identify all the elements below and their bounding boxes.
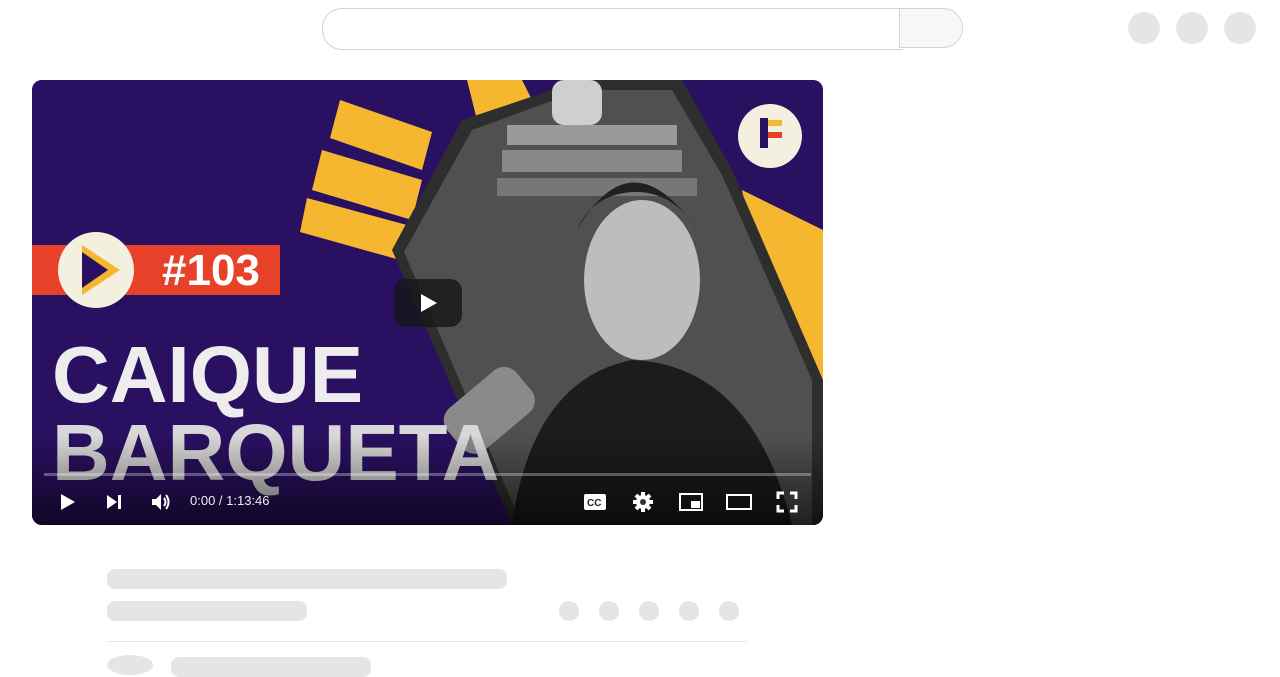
large-play-button[interactable] [394, 279, 462, 327]
action-placeholder [559, 601, 579, 621]
search-bar [322, 8, 963, 50]
next-icon [107, 495, 121, 509]
episode-number: #103 [162, 246, 260, 295]
volume-button[interactable] [143, 484, 179, 520]
comment-placeholder [171, 657, 371, 677]
video-player[interactable]: #103 CAIQUE BARQUETA 0:00 / 1:13:46 CC [32, 80, 823, 525]
search-button[interactable] [899, 8, 963, 48]
settings-icon [633, 492, 653, 512]
avatar[interactable] [1224, 12, 1256, 44]
time-display: 0:00 / 1:13:46 [190, 493, 270, 508]
divider [107, 641, 747, 642]
notifications-icon[interactable] [1176, 12, 1208, 44]
action-placeholder [599, 601, 619, 621]
theater-mode-button[interactable] [721, 484, 757, 520]
avatar-placeholder [107, 655, 153, 675]
fullscreen-button[interactable] [769, 484, 805, 520]
play-icon [61, 494, 75, 510]
theater-icon [726, 494, 752, 510]
play-button[interactable] [49, 484, 85, 520]
action-placeholder [679, 601, 699, 621]
create-icon[interactable] [1128, 12, 1160, 44]
volume-icon [152, 494, 170, 510]
next-button[interactable] [96, 484, 132, 520]
subtitles-icon: CC [584, 494, 606, 510]
title-placeholder [107, 569, 507, 589]
subtitles-button[interactable]: CC [577, 484, 613, 520]
fullscreen-icon [776, 491, 798, 513]
action-placeholder [639, 601, 659, 621]
guest-first-name: CAIQUE [52, 330, 363, 419]
channel-placeholder [107, 601, 307, 621]
search-input[interactable] [322, 8, 903, 50]
progress-bar[interactable] [44, 473, 811, 476]
miniplayer-button[interactable] [673, 484, 709, 520]
svg-text:CC: CC [587, 498, 601, 509]
action-placeholder [719, 601, 739, 621]
settings-button[interactable] [625, 484, 661, 520]
miniplayer-icon [679, 493, 703, 511]
